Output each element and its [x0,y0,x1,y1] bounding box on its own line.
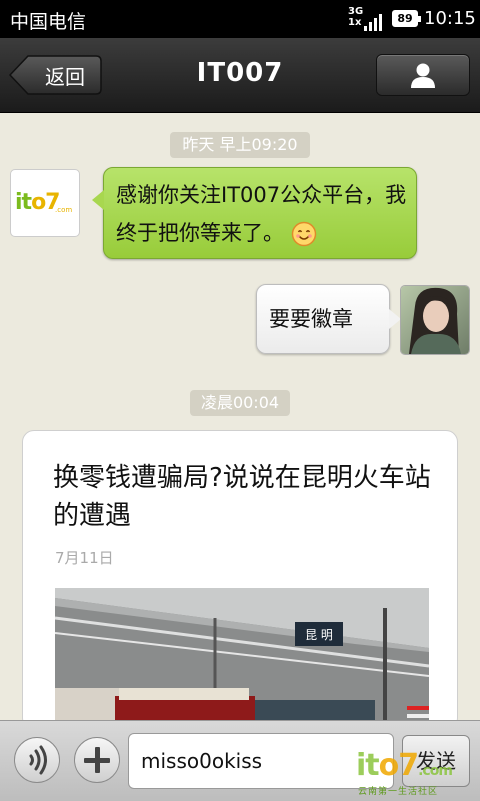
network-type: 3G [348,6,364,17]
article-card[interactable]: 换零钱遭骗局?说说在昆明火车站的遭遇 7月11日 昆 明 [22,430,458,730]
person-icon [411,63,435,88]
battery-icon: 89 [392,10,421,27]
profile-button[interactable] [376,54,470,96]
timestamp: 凌晨00:04 [190,390,290,416]
station-sign-text: 昆 明 [305,628,333,642]
article-date: 7月11日 [55,549,114,567]
status-bar: 中国电信 3G 1x 89 10:15 [0,0,480,38]
official-account-avatar[interactable]: ito7 .com [10,169,80,237]
welcome-message-text: 感谢你关注IT007公众平台，我终于把你等来了。 [116,183,407,245]
user-message-text: 要要徽章 [269,307,353,331]
plus-icon [84,747,110,773]
outgoing-message-bubble[interactable]: 要要徽章 [256,284,401,354]
more-options-button[interactable] [74,737,120,783]
article-cover-image: 昆 明 [55,588,429,728]
incoming-message-bubble[interactable]: 感谢你关注IT007公众平台，我终于把你等来了。 [92,167,417,259]
send-button[interactable]: 发送 [402,735,470,787]
input-bar: 发送 [0,720,480,801]
back-button-label: 返回 [45,65,85,89]
it007-logo: ito7 [15,190,60,215]
voice-input-button[interactable] [14,737,60,783]
back-button[interactable]: 返回 [8,54,102,96]
signal-icon: 3G 1x [348,6,386,32]
message-input[interactable] [128,733,394,789]
timestamp: 昨天 早上09:20 [170,132,310,158]
logo-domain: .com [55,206,73,214]
clock: 10:15 [424,8,476,29]
smiley-icon [291,221,316,247]
network-subtype: 1x [348,17,362,28]
voice-icon [29,745,47,775]
battery-level: 89 [397,12,413,25]
chat-title: IT007 [196,58,284,88]
carrier-name: 中国电信 [10,11,87,33]
logo-text-a: it [15,190,32,215]
article-title: 换零钱遭骗局?说说在昆明火车站的遭遇 [53,463,431,531]
user-avatar[interactable] [400,285,470,355]
title-bar: 返回 IT007 [0,38,480,113]
user-photo [401,286,469,354]
